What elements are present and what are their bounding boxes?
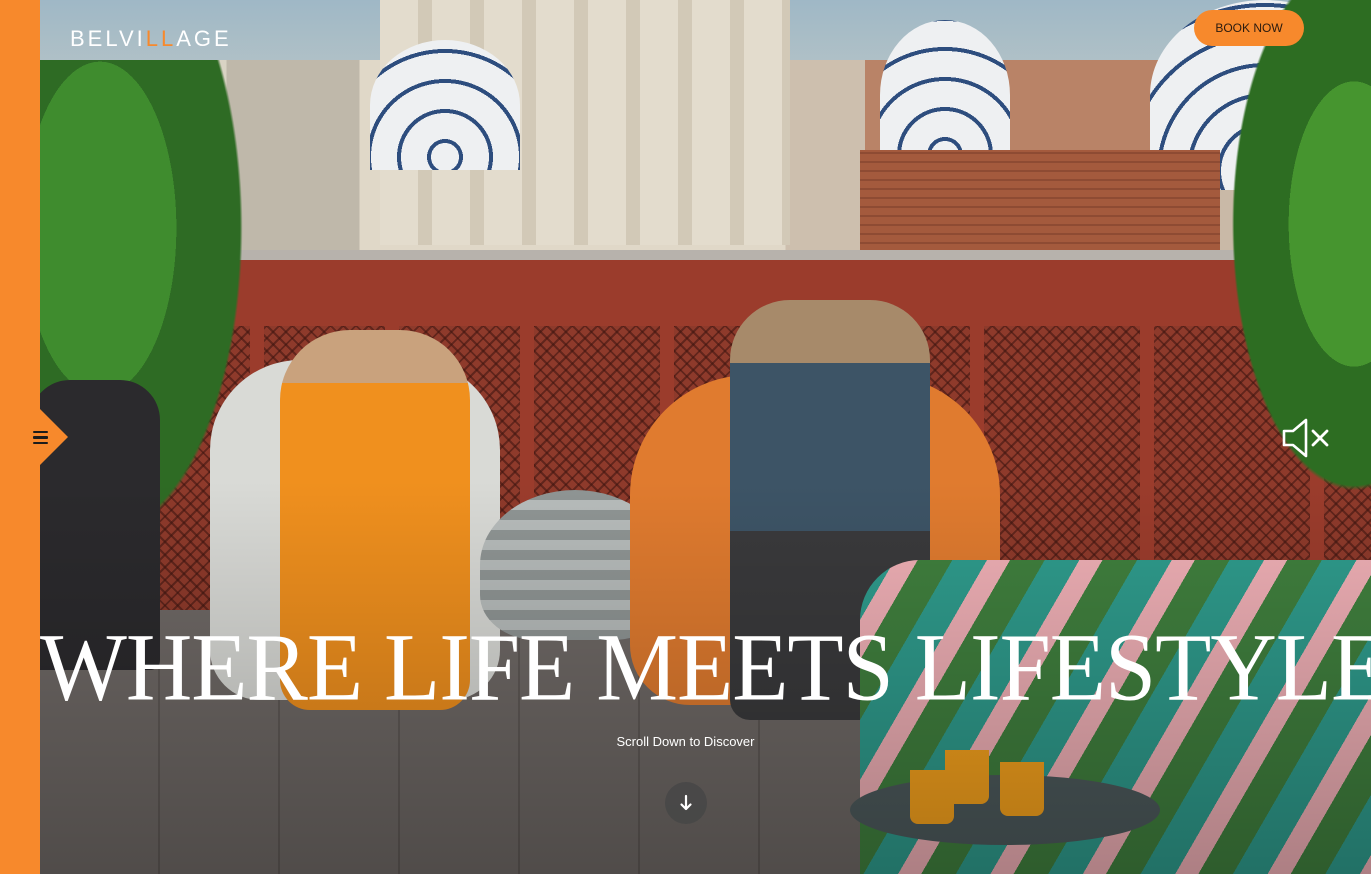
mute-toggle-button[interactable] (1282, 417, 1330, 459)
menu-toggle-button[interactable] (0, 409, 68, 465)
hamburger-menu-icon (33, 431, 48, 444)
hero-headline: WHERE LIFE MEETS LIFESTYLE (40, 613, 1371, 721)
scroll-prompt-text: Scroll Down to Discover (616, 734, 755, 749)
logo-text-start: BELVI (70, 26, 146, 51)
book-now-button[interactable]: BOOK NOW (1194, 10, 1304, 46)
arrow-down-icon (680, 794, 692, 811)
logo-text-end: AGE (176, 26, 232, 51)
logo-mark: LL (145, 26, 177, 51)
speaker-muted-icon (1282, 418, 1329, 458)
page: BELVILLAGE BOOK NOW WHERE LIFE MEETS LIF… (0, 0, 1371, 874)
brand-logo[interactable]: BELVILLAGE (70, 26, 232, 52)
scroll-down-button[interactable] (665, 782, 707, 824)
